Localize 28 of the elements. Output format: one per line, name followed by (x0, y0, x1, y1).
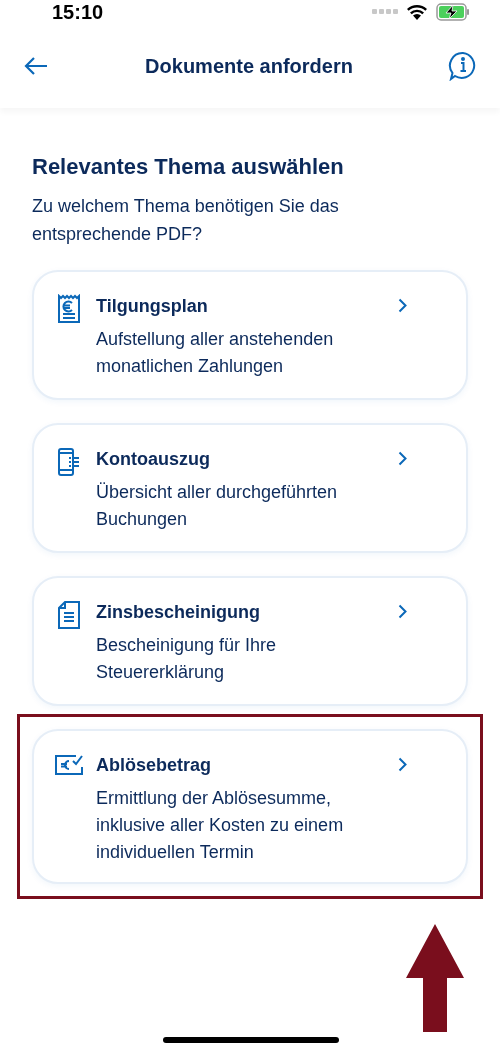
card-description: Bescheinigung für Ihre Steuererklärung (96, 634, 278, 684)
topic-card[interactable]: Ablösebetrag Ermittlung der Ablösesumme, inklusive aller Kosten zu einem individuellen Termin (32, 729, 468, 884)
money-check-icon (54, 753, 84, 777)
chevron-right-icon (398, 757, 407, 772)
card-description: Ermittlung der Ablösesumme, inklusive aller Kosten zu einem individuellen Termin (96, 787, 345, 864)
phone-list-icon (57, 447, 81, 477)
signal-icon (372, 9, 398, 15)
card-title: Tilgungsplan (96, 295, 209, 318)
card-title: Kontoauszug (96, 448, 211, 471)
page-title: Dokumente anfordern (145, 54, 353, 79)
section-heading: Relevantes Thema auswählen (32, 153, 345, 181)
card-description: Übersicht aller durchgeführten Buchungen (96, 481, 339, 531)
status-time: 15:10 (52, 0, 104, 25)
card-description: Aufstellung aller anstehenden monatlichen Zahlungen (96, 328, 335, 378)
receipt-icon (57, 294, 81, 324)
chevron-right-icon (398, 604, 407, 619)
card-title: Ablösebetrag (96, 754, 213, 777)
card-title: Zinsbescheinigung (96, 601, 261, 624)
topic-card[interactable]: Tilgungsplan Aufstellung aller anstehenden monatlichen Zahlungen (32, 270, 468, 400)
topic-card[interactable]: Zinsbescheinigung Bescheinigung für Ihre Steuererklärung (32, 576, 468, 706)
battery-icon (436, 3, 470, 21)
info-button[interactable] (448, 51, 478, 81)
section-subtitle: Zu welchem Thema benötigen Sie das entsprechende PDF? (32, 195, 340, 246)
chevron-right-icon (398, 451, 407, 466)
document-icon (57, 600, 81, 630)
wifi-icon (406, 4, 428, 20)
topic-card[interactable]: Kontoauszug Übersicht aller durchgeführten Buchungen (32, 423, 468, 553)
chevron-right-icon (398, 298, 407, 313)
